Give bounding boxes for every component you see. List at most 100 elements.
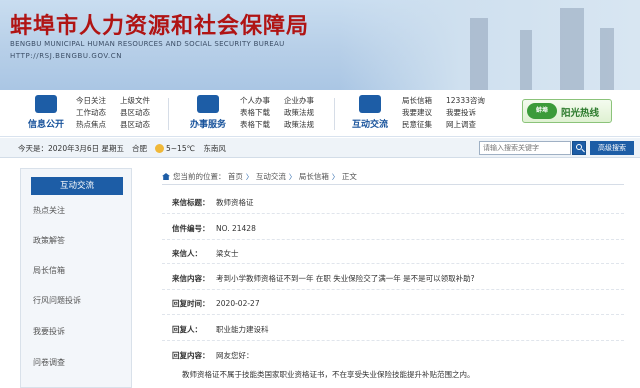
nav-divider bbox=[168, 98, 169, 130]
sidebar-item-policy[interactable]: 政策解答 bbox=[33, 236, 125, 246]
nav-service-label: 办事服务 bbox=[189, 120, 226, 130]
row-divider bbox=[162, 213, 624, 214]
nav-info-public-label: 信息公开 bbox=[27, 120, 64, 130]
nav-link[interactable]: 表格下载 bbox=[240, 108, 270, 117]
nav-service-links: 个人办事 企业办事 表格下载 政策法规 表格下载 政策法规 bbox=[240, 96, 314, 129]
search-button[interactable] bbox=[572, 141, 586, 155]
row-divider bbox=[162, 239, 624, 240]
letter-field-reply-content: 回复内容： 网友您好： bbox=[172, 350, 628, 361]
letter-field-number: 信件编号： NO. 21428 bbox=[172, 223, 628, 234]
banner-sky bbox=[340, 0, 640, 90]
row-divider bbox=[162, 263, 624, 264]
letter-field-replier: 回复人： 职业能力建设科 bbox=[172, 324, 628, 335]
letter-field-content: 来信内容： 考到小学教师资格证不到一年 在职 失业保险交了满一年 是不是可以领取补… bbox=[172, 273, 628, 284]
info-public-icon bbox=[35, 95, 57, 113]
nav-link[interactable]: 个人办事 bbox=[240, 96, 270, 105]
site-title: 蚌埠市人力资源和社会保障局 bbox=[10, 13, 310, 39]
field-value: 职业能力建设科 bbox=[216, 325, 269, 334]
field-key: 来信内容： bbox=[172, 274, 210, 283]
breadcrumb-item[interactable]: 互动交流 bbox=[256, 172, 286, 181]
sidebar-item-mailbox[interactable]: 局长信箱 bbox=[33, 266, 125, 276]
field-value: 梁女士 bbox=[216, 249, 239, 258]
sunlight-label: 阳光热线 bbox=[561, 108, 600, 119]
search-input[interactable] bbox=[479, 141, 571, 155]
field-value: 2020-02-27 bbox=[216, 299, 260, 308]
home-icon bbox=[162, 173, 170, 180]
nav-link[interactable]: 网上调查 bbox=[446, 120, 485, 129]
breadcrumb-arrow-icon: 〉 bbox=[245, 173, 253, 181]
nav-interact-label: 互动交流 bbox=[351, 120, 388, 130]
sidebar: 互动交流 热点关注 政策解答 局长信箱 行风问题投诉 我要投诉 问卷调查 bbox=[20, 168, 132, 388]
nav-link[interactable]: 热点焦点 bbox=[76, 120, 106, 129]
interact-icon bbox=[359, 95, 381, 113]
sidebar-item-conduct-complaint[interactable]: 行风问题投诉 bbox=[33, 296, 125, 306]
sidebar-item-complaint[interactable]: 我要投诉 bbox=[33, 327, 125, 337]
breadcrumb-item: 正文 bbox=[341, 172, 357, 181]
nav-interact-links: 局长信箱 12333咨询 我要建议 我要投诉 民意征集 网上调查 bbox=[402, 96, 485, 129]
site-url: HTTP://RSJ.BENGBU.GOV.CN bbox=[10, 52, 123, 60]
letter-field-sender: 来信人： 梁女士 bbox=[172, 248, 628, 259]
nav-link[interactable]: 局长信箱 bbox=[402, 96, 432, 105]
banner-tower bbox=[520, 30, 532, 90]
nav-link[interactable]: 上级文件 bbox=[120, 96, 150, 105]
sidebar-item-hotspot[interactable]: 热点关注 bbox=[33, 206, 125, 216]
sunlight-hotline-button[interactable]: 蚌埠 阳光热线 bbox=[522, 99, 612, 123]
site-banner: 蚌埠市人力资源和社会保障局 BENGBU MUNICIPAL HUMAN RES… bbox=[0, 0, 640, 90]
nav-link[interactable]: 我要投诉 bbox=[446, 108, 485, 117]
breadcrumb-divider bbox=[162, 184, 624, 185]
nav-link[interactable]: 我要建议 bbox=[402, 108, 432, 117]
nav-link[interactable]: 表格下载 bbox=[240, 120, 270, 129]
sunlight-badge: 蚌埠 bbox=[527, 103, 557, 119]
breadcrumb-item[interactable]: 首页 bbox=[228, 172, 243, 181]
nav-link[interactable]: 12333咨询 bbox=[446, 96, 485, 105]
nav-service[interactable]: 办事服务 bbox=[184, 93, 232, 135]
row-divider bbox=[162, 340, 624, 341]
breadcrumb-arrow-icon: 〉 bbox=[331, 173, 339, 181]
field-key: 回复内容： bbox=[172, 351, 210, 360]
sidebar-item-survey[interactable]: 问卷调查 bbox=[33, 358, 125, 368]
sun-icon bbox=[155, 144, 164, 153]
banner-tower bbox=[470, 18, 488, 90]
site-subtitle: BENGBU MUNICIPAL HUMAN RESOURCES AND SOC… bbox=[10, 40, 285, 48]
weather: 合肥 5~15℃ 东南风 bbox=[132, 143, 226, 154]
nav-link[interactable]: 县区动态 bbox=[120, 108, 150, 117]
field-key: 信件编号： bbox=[172, 224, 210, 233]
banner-tower bbox=[600, 28, 614, 90]
current-date: 今天是：2020年3月6日 星期五 bbox=[18, 144, 125, 153]
field-value: 考到小学教师资格证不到一年 在职 失业保险交了满一年 是不是可以领取补助? bbox=[216, 274, 475, 283]
nav-link[interactable]: 民意征集 bbox=[402, 120, 432, 129]
breadcrumb-item[interactable]: 局长信箱 bbox=[299, 172, 329, 181]
nav-link[interactable]: 政策法规 bbox=[284, 120, 314, 129]
field-key: 回复人： bbox=[172, 325, 202, 334]
breadcrumb-prefix: 您当前的位置： bbox=[173, 172, 226, 181]
field-key: 回复时间： bbox=[172, 299, 210, 308]
nav-interact[interactable]: 互动交流 bbox=[346, 93, 394, 135]
row-divider bbox=[162, 289, 624, 290]
nav-divider bbox=[334, 98, 335, 130]
nav-link[interactable]: 工作动态 bbox=[76, 108, 106, 117]
advanced-search-button[interactable]: 高级搜索 bbox=[590, 141, 634, 155]
banner-tower bbox=[560, 8, 584, 90]
service-icon bbox=[197, 95, 219, 113]
nav-info-public[interactable]: 信息公开 bbox=[22, 93, 70, 135]
sidebar-title: 互动交流 bbox=[31, 177, 123, 195]
row-divider bbox=[162, 314, 624, 315]
weather-wind: 东南风 bbox=[203, 144, 226, 153]
nav-link[interactable]: 政策法规 bbox=[284, 108, 314, 117]
nav-link[interactable]: 企业办事 bbox=[284, 96, 314, 105]
field-key: 来信标题： bbox=[172, 198, 210, 207]
breadcrumb-arrow-icon: 〉 bbox=[288, 173, 296, 181]
weather-city: 合肥 bbox=[132, 144, 147, 153]
nav-info-links: 今日关注 上级文件 工作动态 县区动态 热点焦点 县区动态 bbox=[76, 96, 150, 129]
field-value: 教师资格证 bbox=[216, 198, 254, 207]
field-key: 来信人： bbox=[172, 249, 202, 258]
nav-link[interactable]: 今日关注 bbox=[76, 96, 106, 105]
letter-field-reply-time: 回复时间： 2020-02-27 bbox=[172, 298, 628, 309]
field-value: NO. 21428 bbox=[216, 224, 256, 233]
reply-body: 教师资格证不属于技能类国家职业资格证书，不在享受失业保险技能提升补贴范围之内。 bbox=[182, 370, 475, 379]
nav-link[interactable]: 县区动态 bbox=[120, 120, 150, 129]
breadcrumb: 您当前的位置： 首页〉互动交流〉局长信箱〉正文 bbox=[162, 171, 357, 182]
field-value: 网友您好： bbox=[216, 351, 254, 360]
letter-field-title: 来信标题： 教师资格证 bbox=[172, 197, 628, 208]
weather-temp: 5~15℃ bbox=[166, 144, 196, 153]
